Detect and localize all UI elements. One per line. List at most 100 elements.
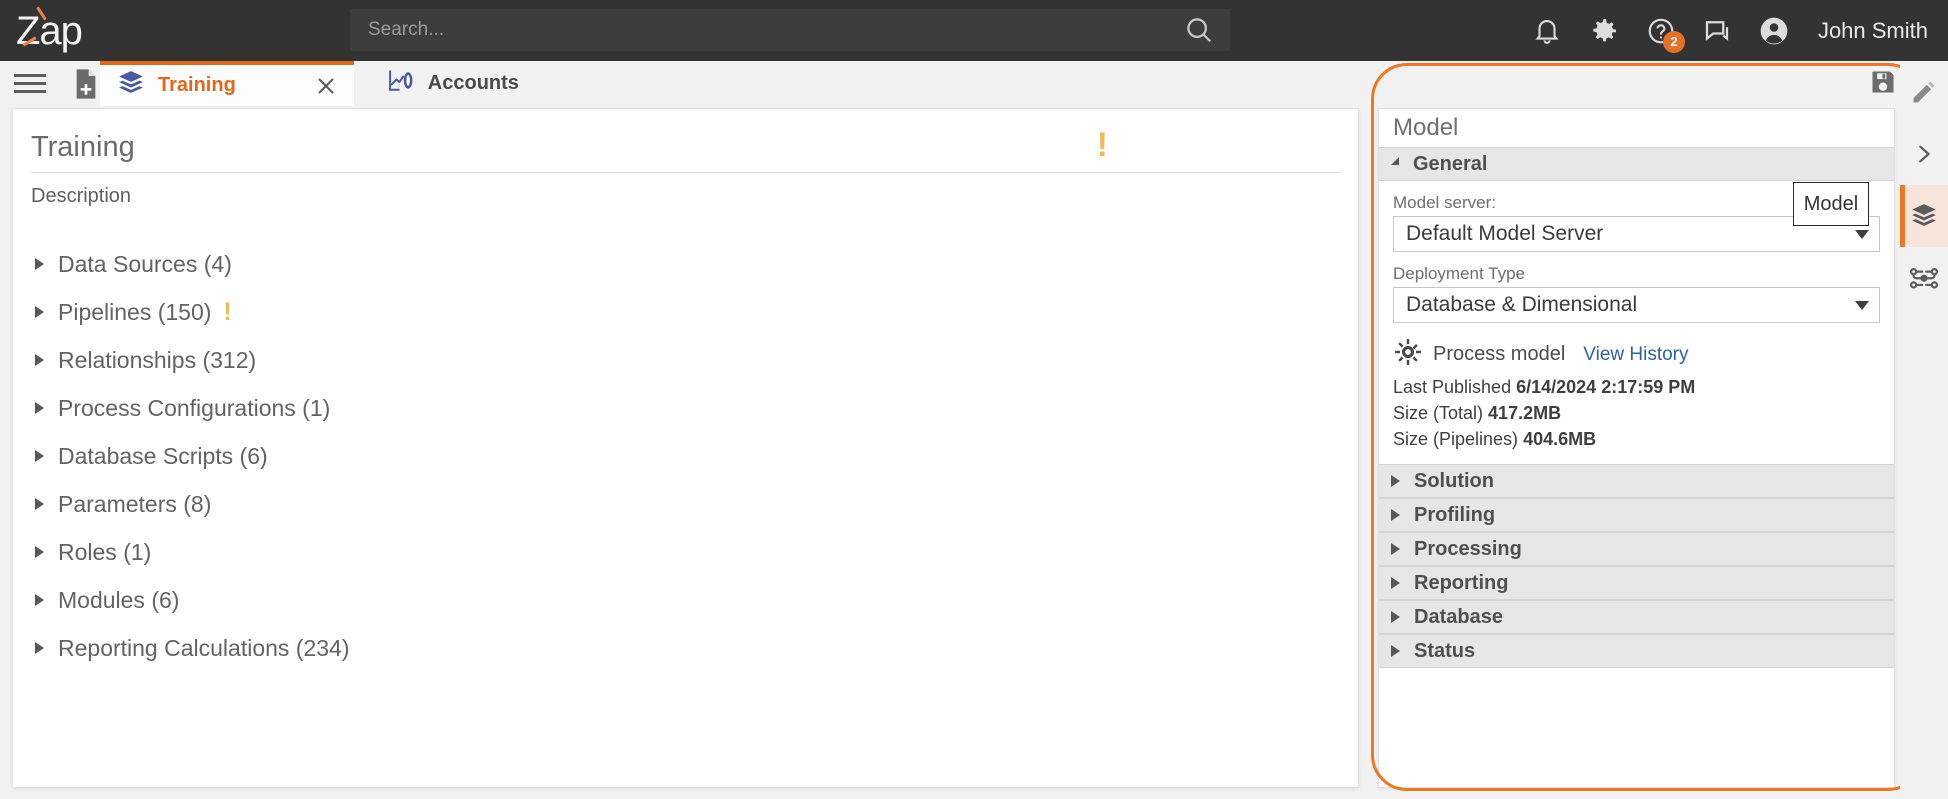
object-tree: Data Sources (4) Pipelines (150) ! Relat… [13, 240, 1358, 672]
tree-item-label: Roles (1) [58, 538, 152, 565]
stat-value: 6/14/2024 2:17:59 PM [1516, 377, 1696, 397]
expand-triangle-icon[interactable] [35, 642, 44, 654]
layers-icon [116, 70, 146, 101]
tooltip-model: Model [1793, 182, 1869, 226]
top-navigation-bar: Zap Search... 2 John Smith [0, 0, 1948, 61]
search-input[interactable] [350, 19, 1184, 41]
tree-item-modules[interactable]: Modules (6) [13, 576, 1358, 624]
save-icon[interactable] [1869, 68, 1897, 96]
expand-triangle-icon[interactable] [1391, 611, 1400, 623]
username-label[interactable]: John Smith [1818, 18, 1928, 44]
section-label: Status [1414, 639, 1476, 662]
tree-item-parameters[interactable]: Parameters (8) [13, 480, 1358, 528]
tree-item-label: Parameters (8) [58, 490, 212, 517]
gear-icon[interactable] [1393, 337, 1423, 372]
section-label: Processing [1414, 537, 1522, 560]
expand-triangle-icon[interactable] [35, 258, 44, 270]
warning-icon: ! [1096, 126, 1108, 164]
section-header-status[interactable]: Status [1379, 634, 1894, 668]
expand-triangle-icon[interactable] [35, 306, 44, 318]
deployment-type-value: Database & Dimensional [1406, 293, 1638, 316]
tree-item-reporting-calculations[interactable]: Reporting Calculations (234) [13, 624, 1358, 672]
tree-item-label: Process Configurations (1) [58, 394, 331, 421]
tree-item-label: Pipelines (150) [58, 298, 212, 325]
section-header-solution[interactable]: Solution [1379, 464, 1894, 498]
rail-item-flow[interactable] [1900, 247, 1948, 309]
section-header-profiling[interactable]: Profiling [1379, 498, 1894, 532]
page-title-row: Training ! [31, 109, 1340, 173]
description-label: Description [31, 185, 132, 207]
help-badge: 2 [1662, 30, 1685, 53]
expand-triangle-icon[interactable] [1391, 509, 1400, 521]
deployment-type-select[interactable]: Database & Dimensional [1393, 287, 1880, 323]
process-model-label: Process model [1433, 343, 1566, 365]
section-header-database[interactable]: Database [1379, 600, 1894, 634]
tree-item-roles[interactable]: Roles (1) [13, 528, 1358, 576]
help-icon[interactable]: 2 [1646, 16, 1685, 53]
section-label: Reporting [1414, 571, 1509, 594]
close-icon[interactable] [314, 74, 338, 98]
tab-accounts[interactable]: Accounts [370, 61, 535, 106]
stat-label: Size (Total) [1393, 403, 1484, 423]
search-bar[interactable] [350, 9, 1230, 51]
settings-gear-icon[interactable] [1588, 15, 1620, 47]
tree-item-label: Relationships (312) [58, 346, 257, 373]
section-label: Profiling [1414, 503, 1496, 526]
deployment-type-label: Deployment Type [1393, 264, 1525, 283]
expand-triangle-icon[interactable] [35, 354, 44, 366]
tree-item-label: Reporting Calculations (234) [58, 634, 350, 661]
main-content-panel: Training ! Description Data Sources (4) … [12, 108, 1359, 788]
rail-item-edit[interactable] [1900, 61, 1948, 123]
section-header-general[interactable]: General [1379, 147, 1894, 181]
tree-item-label: Database Scripts (6) [58, 442, 268, 469]
expand-triangle-icon[interactable] [1391, 645, 1400, 657]
search-icon[interactable] [1184, 15, 1214, 45]
expand-triangle-icon[interactable] [35, 402, 44, 414]
section-header-processing[interactable]: Processing [1379, 532, 1894, 566]
tab-label-accounts: Accounts [427, 72, 519, 94]
expand-triangle-icon[interactable] [35, 498, 44, 510]
stat-value: 417.2MB [1488, 403, 1562, 423]
chevron-down-icon[interactable] [1855, 300, 1869, 310]
section-label: General [1413, 152, 1488, 175]
tab-label-training: Training [158, 74, 236, 96]
process-model-row: Process model View History [1393, 337, 1880, 372]
stat-label: Last Published [1393, 377, 1512, 397]
tab-bar: Training Accounts [0, 61, 1948, 106]
notifications-bell-icon[interactable] [1532, 16, 1562, 46]
chevron-down-icon[interactable] [1855, 229, 1869, 239]
stat-size-total: Size (Total) 417.2MB [1393, 403, 1880, 424]
stat-value: 404.6MB [1523, 429, 1597, 449]
expand-triangle-icon[interactable] [1391, 577, 1400, 589]
tab-training[interactable]: Training [100, 61, 354, 106]
section-header-reporting[interactable]: Reporting [1379, 566, 1894, 600]
tree-item-data-sources[interactable]: Data Sources (4) [13, 240, 1358, 288]
panel-title: Model [1379, 109, 1894, 147]
section-label: Database [1414, 605, 1503, 628]
app-logo[interactable]: Zap [16, 0, 136, 61]
view-history-link[interactable]: View History [1583, 344, 1688, 366]
tree-item-database-scripts[interactable]: Database Scripts (6) [13, 432, 1358, 480]
hamburger-menu-icon[interactable] [14, 74, 54, 93]
tree-item-label: Data Sources (4) [58, 250, 232, 277]
chat-icon[interactable] [1702, 16, 1732, 46]
expand-triangle-icon[interactable] [35, 546, 44, 558]
stat-label: Size (Pipelines) [1393, 429, 1519, 449]
tree-item-process-configurations[interactable]: Process Configurations (1) [13, 384, 1358, 432]
rail-item-model-layers[interactable] [1900, 185, 1948, 247]
application-window: Zap Search... 2 John Smith Training Acco… [0, 0, 1948, 799]
stat-last-published: Last Published 6/14/2024 2:17:59 PM [1393, 377, 1880, 398]
collapse-triangle-icon[interactable] [1391, 157, 1399, 165]
expand-triangle-icon[interactable] [35, 450, 44, 462]
tree-item-pipelines[interactable]: Pipelines (150) ! [13, 288, 1358, 336]
user-avatar[interactable] [1758, 15, 1790, 47]
tree-item-relationships[interactable]: Relationships (312) [13, 336, 1358, 384]
right-sidebar-rail [1900, 61, 1948, 799]
section-label: Solution [1414, 469, 1494, 492]
new-document-icon[interactable] [72, 68, 100, 100]
expand-triangle-icon[interactable] [35, 594, 44, 606]
tree-item-label: Modules (6) [58, 586, 180, 613]
expand-triangle-icon[interactable] [1391, 543, 1400, 555]
rail-item-expand[interactable] [1900, 123, 1948, 185]
expand-triangle-icon[interactable] [1391, 475, 1400, 487]
